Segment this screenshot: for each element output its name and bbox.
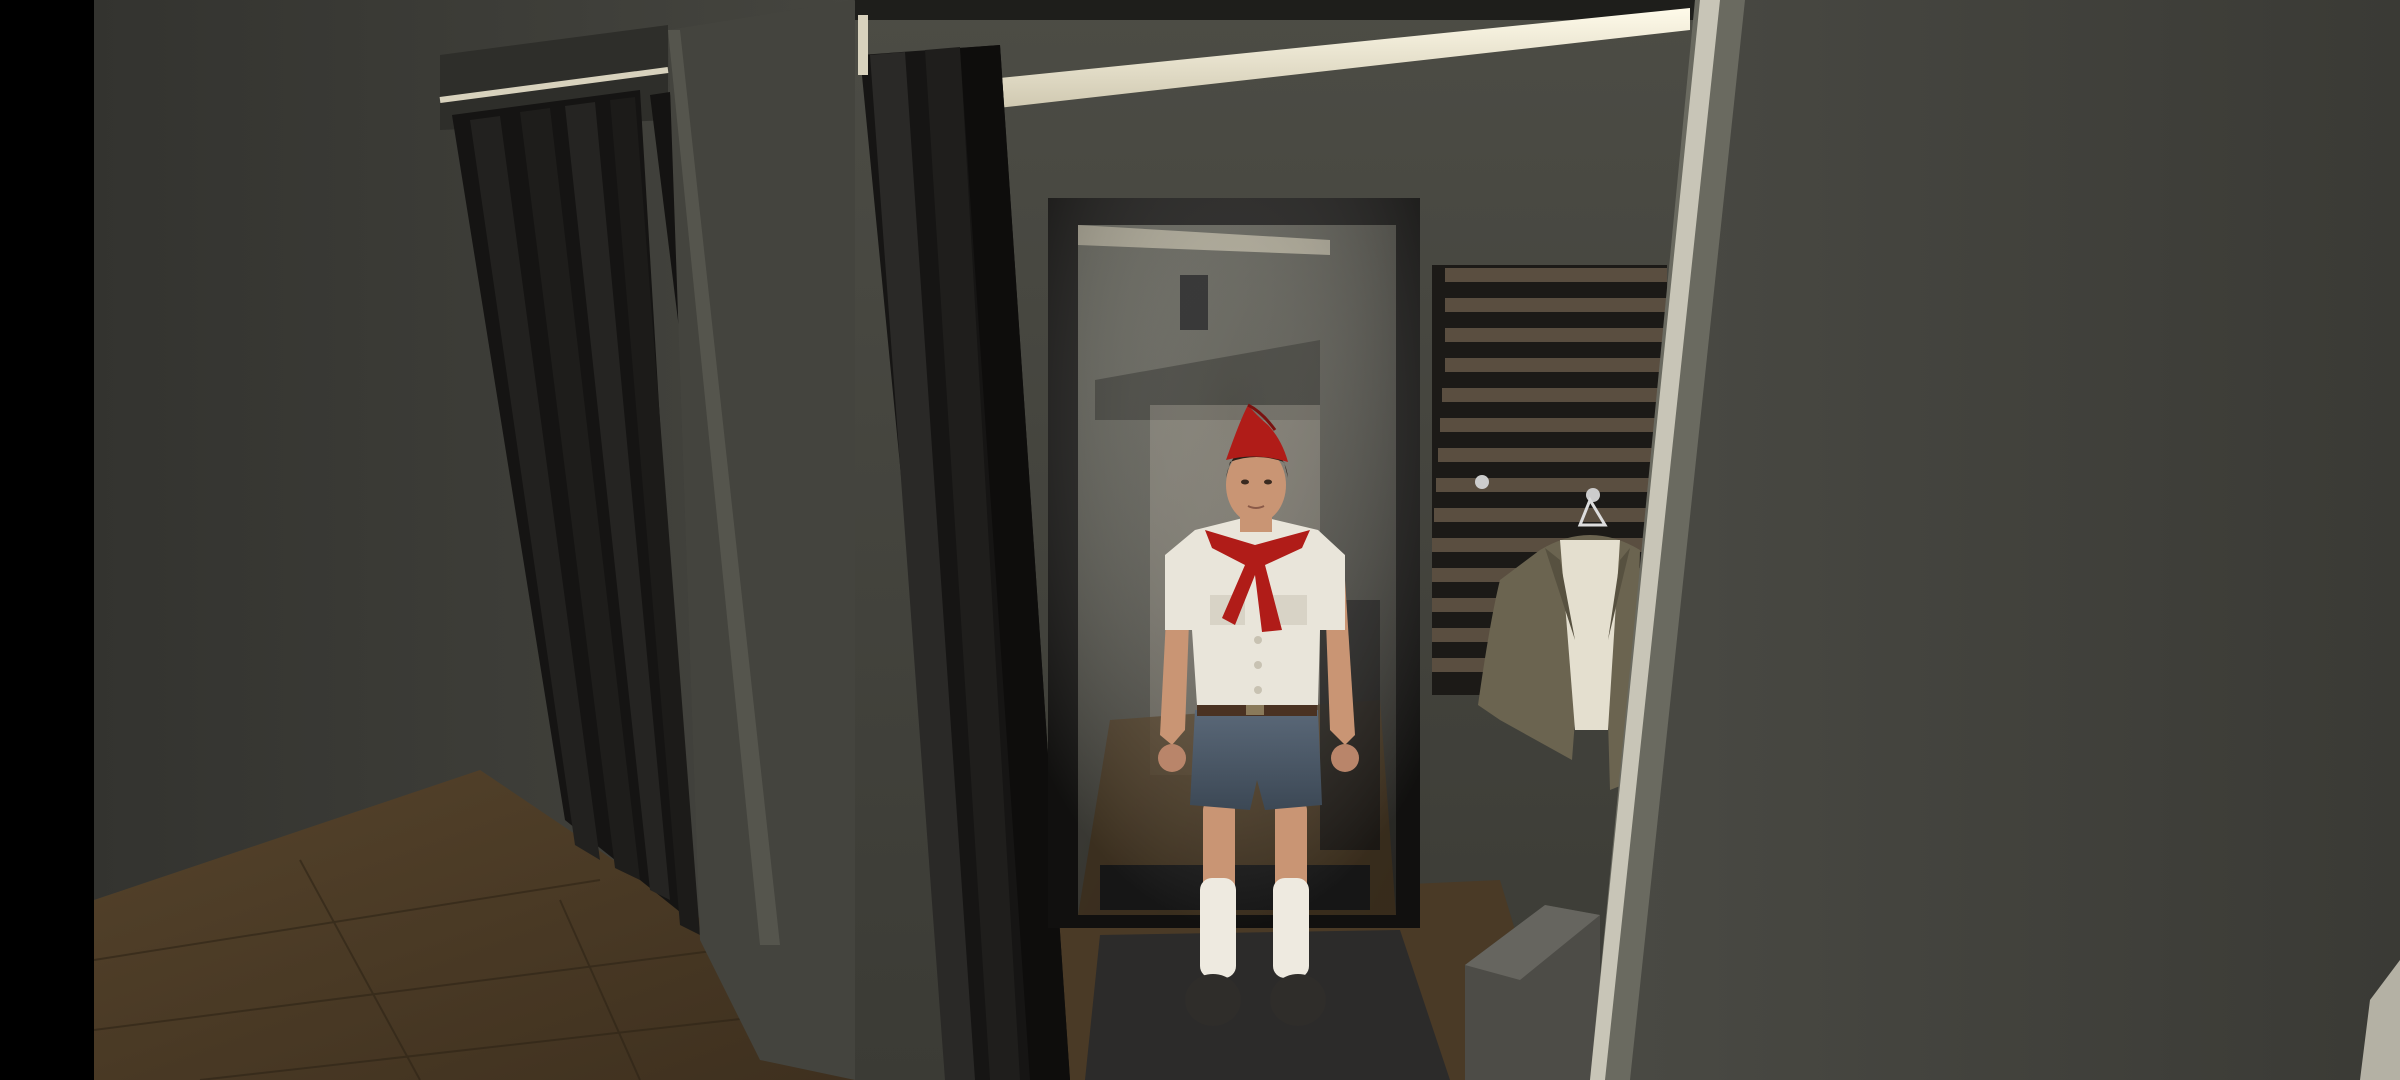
right-hand — [1331, 744, 1359, 772]
left-hand — [1158, 744, 1186, 772]
right-sock — [1273, 878, 1309, 978]
right-wall — [1590, 0, 2400, 1080]
left-shoe — [1185, 974, 1241, 1026]
left-room — [93, 0, 940, 1080]
right-shoe — [1270, 974, 1326, 1026]
game-viewport[interactable] — [0, 0, 2400, 1080]
left-sock — [1200, 878, 1236, 978]
floor-mat — [1085, 930, 1450, 1080]
wall-hook — [1586, 488, 1600, 502]
wall-hook — [1475, 475, 1489, 489]
letterbox-bar — [0, 0, 94, 1080]
